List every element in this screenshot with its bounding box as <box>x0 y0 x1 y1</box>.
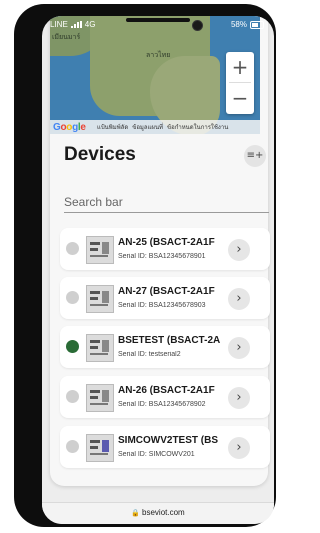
signal-icon <box>70 21 82 28</box>
battery-percent: 58% <box>230 20 247 29</box>
device-serial: Serial ID: BSA12345678901 <box>118 253 206 260</box>
lock-icon: 🔒 <box>131 510 141 517</box>
status-dot <box>66 440 79 453</box>
status-dot <box>66 340 79 353</box>
device-card[interactable]: AN-25 (BSACT-2A1F Serial ID: BSA12345678… <box>60 228 270 270</box>
search-input[interactable] <box>64 192 269 213</box>
device-thumbnail <box>86 384 114 412</box>
playlist-add-icon[interactable]: ≡+ <box>244 145 266 167</box>
zoom-out-button[interactable]: − <box>226 83 254 113</box>
device-thumbnail <box>86 434 114 462</box>
battery-icon <box>250 20 264 29</box>
status-dot <box>66 291 79 304</box>
device-card[interactable]: AN-27 (BSACT-2A1F Serial ID: BSA12345678… <box>60 277 270 319</box>
chevron-right-icon[interactable]: › <box>228 437 250 459</box>
map-label-country: ลาวไทย <box>146 52 171 59</box>
browser-url-bar[interactable]: 🔒 bseviot.com <box>42 502 274 524</box>
device-thumbnail <box>86 334 114 362</box>
device-serial: Serial ID: BSA12345678902 <box>118 401 206 408</box>
device-thumbnail <box>86 236 114 264</box>
zoom-controls: + − <box>226 52 254 114</box>
terms-link[interactable]: ข้อกำหนดในการใช้งาน <box>167 122 228 132</box>
device-name: AN-26 (BSACT-2A1F <box>118 385 215 396</box>
phone-frame: LINE 4G 58% เมียนมาร์ ลาวไทย + − Google … <box>14 4 276 527</box>
page-title: Devices <box>64 144 136 165</box>
device-name: SIMCOWV2TEST (BS <box>118 435 219 446</box>
device-card[interactable]: SIMCOWV2TEST (BS Serial ID: SIMCOWV201 › <box>60 426 270 468</box>
network-label: 4G <box>84 20 96 29</box>
carrier-label: LINE <box>50 20 68 29</box>
google-logo: Google <box>53 121 86 133</box>
zoom-in-button[interactable]: + <box>226 52 254 82</box>
chevron-right-icon[interactable]: › <box>228 239 250 261</box>
device-card[interactable]: AN-26 (BSACT-2A1F Serial ID: BSA12345678… <box>60 376 270 418</box>
url-text: bseviot.com <box>142 508 185 517</box>
device-serial: Serial ID: BSA12345678903 <box>118 302 206 309</box>
status-dot <box>66 390 79 403</box>
device-card[interactable]: BSETEST (BSACT-2A Serial ID: testserial2… <box>60 326 270 368</box>
chevron-right-icon[interactable]: › <box>228 337 250 359</box>
front-camera <box>192 20 203 31</box>
device-serial: Serial ID: SIMCOWV201 <box>118 451 195 458</box>
device-thumbnail <box>86 285 114 313</box>
map-data-link[interactable]: ข้อมูลแผนที่ <box>132 122 163 132</box>
device-name: AN-27 (BSACT-2A1F <box>118 286 215 297</box>
chevron-right-icon[interactable]: › <box>228 288 250 310</box>
device-name: BSETEST (BSACT-2A <box>118 335 221 346</box>
map-attribution: Google แป้นพิมพ์ลัด ข้อมูลแผนที่ ข้อกำหน… <box>50 120 260 134</box>
chevron-right-icon[interactable]: › <box>228 387 250 409</box>
speaker-grille <box>126 18 190 22</box>
device-name: AN-25 (BSACT-2A1F <box>118 237 215 248</box>
screen: LINE 4G 58% เมียนมาร์ ลาวไทย + − Google … <box>42 16 274 524</box>
device-serial: Serial ID: testserial2 <box>118 351 181 358</box>
status-dot <box>66 242 79 255</box>
keyboard-shortcuts-link[interactable]: แป้นพิมพ์ลัด <box>97 122 128 132</box>
